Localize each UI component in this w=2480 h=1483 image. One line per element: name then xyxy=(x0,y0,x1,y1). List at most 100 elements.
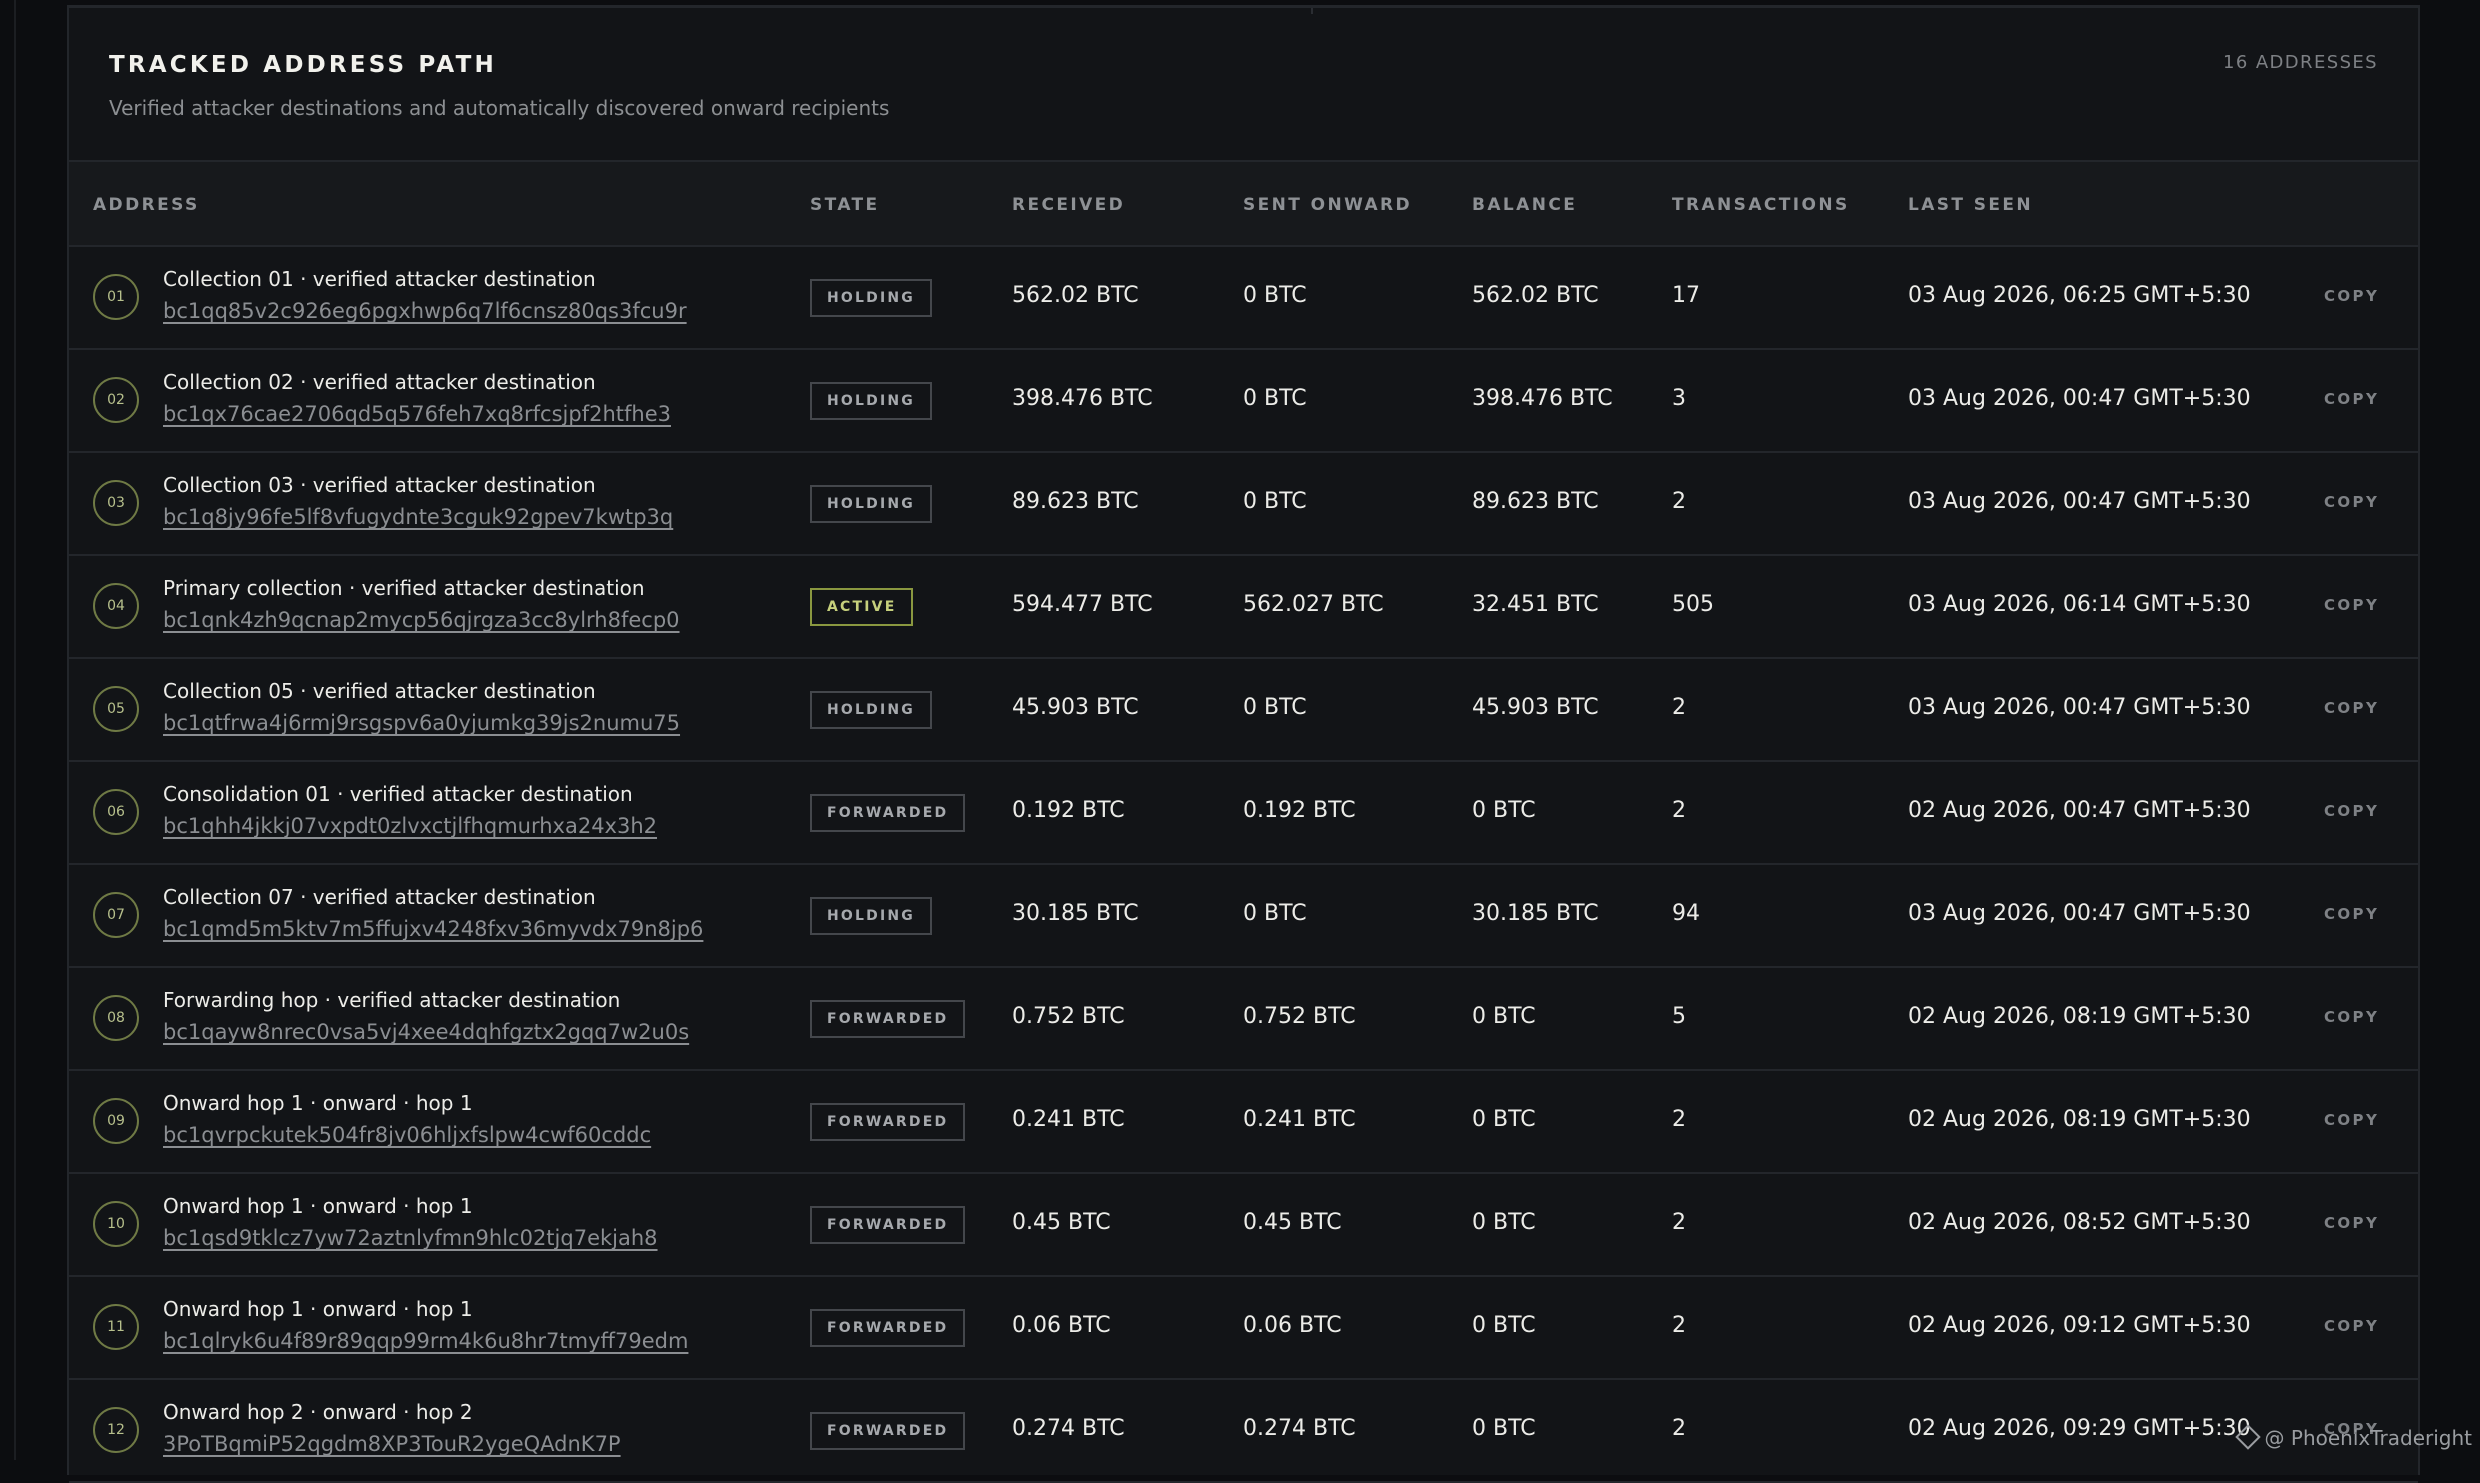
copy-button[interactable]: COPY xyxy=(2324,802,2379,820)
copy-button[interactable]: COPY xyxy=(2324,390,2379,408)
address-label: Onward hop 1 · onward · hop 1 xyxy=(163,1297,473,1321)
column-header-received[interactable]: RECEIVED xyxy=(1012,195,1125,215)
balance-amount: 0 BTC xyxy=(1472,1210,1536,1235)
left-border xyxy=(14,0,16,1460)
column-header-sent-onward[interactable]: SENT ONWARD xyxy=(1243,195,1412,215)
balance-amount: 398.476 BTC xyxy=(1472,386,1613,411)
state-badge: HOLDING xyxy=(810,485,932,523)
address-link[interactable]: bc1qlryk6u4f89r89qqp99rm4k6u8hr7tmyff79e… xyxy=(163,1329,688,1353)
transaction-count: 2 xyxy=(1672,1313,1686,1338)
received-amount: 562.02 BTC xyxy=(1012,283,1139,308)
copy-button[interactable]: COPY xyxy=(2324,905,2379,923)
table-row[interactable]: 05 Collection 05 · verified attacker des… xyxy=(69,659,2418,762)
state-badge: FORWARDED xyxy=(810,1206,966,1244)
address-link[interactable]: bc1qnk4zh9qcnap2mycp56qjrgza3cc8ylrh8fec… xyxy=(163,608,680,632)
balance-amount: 0 BTC xyxy=(1472,1107,1536,1132)
state-badge: HOLDING xyxy=(810,279,932,317)
address-table-body: 01 Collection 01 · verified attacker des… xyxy=(69,247,2418,1483)
copy-button[interactable]: COPY xyxy=(2324,493,2379,511)
watermark-text: @ PhoenixTraderight xyxy=(2264,1426,2472,1450)
address-link[interactable]: bc1qayw8nrec0vsa5vj4xee4dqhfgztx2gqq7w2u… xyxy=(163,1020,689,1044)
sent-onward-amount: 0 BTC xyxy=(1243,283,1307,308)
state-badge: FORWARDED xyxy=(810,794,966,832)
column-header-transactions[interactable]: TRANSACTIONS xyxy=(1672,195,1850,215)
address-label: Collection 02 · verified attacker destin… xyxy=(163,370,596,394)
table-row[interactable]: 07 Collection 07 · verified attacker des… xyxy=(69,865,2418,968)
sent-onward-amount: 0 BTC xyxy=(1243,489,1307,514)
transaction-count: 3 xyxy=(1672,386,1686,411)
sent-onward-amount: 0 BTC xyxy=(1243,695,1307,720)
transaction-count: 2 xyxy=(1672,489,1686,514)
watermark: @ PhoenixTraderight xyxy=(2234,1424,2472,1450)
address-count: 16 ADDRESSES xyxy=(2223,52,2378,73)
table-header: ADDRESS STATE RECEIVED SENT ONWARD BALAN… xyxy=(69,162,2418,247)
address-link[interactable]: bc1q8jy96fe5lf8vfugydnte3cguk92gpev7kwtp… xyxy=(163,505,673,529)
balance-amount: 0 BTC xyxy=(1472,798,1536,823)
table-row[interactable]: 04 Primary collection · verified attacke… xyxy=(69,556,2418,659)
address-link[interactable]: bc1qhh4jkkj07vxpdt0zlvxctjlfhqmurhxa24x3… xyxy=(163,814,657,838)
copy-button[interactable]: COPY xyxy=(2324,699,2379,717)
table-row[interactable]: 11 Onward hop 1 · onward · hop 1 bc1qlry… xyxy=(69,1277,2418,1380)
address-link[interactable]: bc1qq85v2c926eg6pgxhwp6q7lf6cnsz80qs3fcu… xyxy=(163,299,687,323)
address-link[interactable]: bc1qx76cae2706qd5q576feh7xq8rfcsjpf2htfh… xyxy=(163,402,671,426)
received-amount: 0.241 BTC xyxy=(1012,1107,1125,1132)
copy-button[interactable]: COPY xyxy=(2324,1317,2379,1335)
table-row[interactable]: 01 Collection 01 · verified attacker des… xyxy=(69,247,2418,350)
panel-title: TRACKED ADDRESS PATH xyxy=(109,52,497,78)
received-amount: 398.476 BTC xyxy=(1012,386,1153,411)
table-row[interactable]: 06 Consolidation 01 · verified attacker … xyxy=(69,762,2418,865)
state-badge: HOLDING xyxy=(810,382,932,420)
table-row[interactable]: 02 Collection 02 · verified attacker des… xyxy=(69,350,2418,453)
copy-button[interactable]: COPY xyxy=(2324,1214,2379,1232)
address-link[interactable]: bc1qtfrwa4j6rmj9rsgspv6a0yjumkg39js2numu… xyxy=(163,711,680,735)
address-label: Collection 05 · verified attacker destin… xyxy=(163,679,596,703)
state-badge: FORWARDED xyxy=(810,1309,966,1347)
column-header-last-seen[interactable]: LAST SEEN xyxy=(1908,195,2033,215)
received-amount: 0.192 BTC xyxy=(1012,798,1125,823)
last-seen-time: 02 Aug 2026, 08:52 GMT+5:30 xyxy=(1908,1210,2251,1235)
column-header-state[interactable]: STATE xyxy=(810,195,880,215)
state-badge: HOLDING xyxy=(810,897,932,935)
copy-button[interactable]: COPY xyxy=(2324,596,2379,614)
balance-amount: 89.623 BTC xyxy=(1472,489,1599,514)
table-row[interactable]: 09 Onward hop 1 · onward · hop 1 bc1qvrp… xyxy=(69,1071,2418,1174)
panel-header: TRACKED ADDRESS PATH Verified attacker d… xyxy=(69,8,2418,162)
sent-onward-amount: 0.241 BTC xyxy=(1243,1107,1356,1132)
row-index-badge: 03 xyxy=(93,480,139,526)
table-row[interactable]: 08 Forwarding hop · verified attacker de… xyxy=(69,968,2418,1071)
sent-onward-amount: 0.274 BTC xyxy=(1243,1416,1356,1441)
address-label: Collection 01 · verified attacker destin… xyxy=(163,267,596,291)
copy-button[interactable]: COPY xyxy=(2324,1111,2379,1129)
address-label: Forwarding hop · verified attacker desti… xyxy=(163,988,621,1012)
transaction-count: 2 xyxy=(1672,1210,1686,1235)
column-header-balance[interactable]: BALANCE xyxy=(1472,195,1577,215)
row-index-badge: 07 xyxy=(93,892,139,938)
balance-amount: 0 BTC xyxy=(1472,1313,1536,1338)
transaction-count: 2 xyxy=(1672,1107,1686,1132)
table-row[interactable]: 12 Onward hop 2 · onward · hop 2 3PoTBqm… xyxy=(69,1380,2418,1483)
row-index-badge: 06 xyxy=(93,789,139,835)
last-seen-time: 03 Aug 2026, 00:47 GMT+5:30 xyxy=(1908,695,2251,720)
copy-button[interactable]: COPY xyxy=(2324,287,2379,305)
row-index-badge: 12 xyxy=(93,1407,139,1453)
table-row[interactable]: 03 Collection 03 · verified attacker des… xyxy=(69,453,2418,556)
address-label: Collection 03 · verified attacker destin… xyxy=(163,473,596,497)
transaction-count: 505 xyxy=(1672,592,1714,617)
address-label: Onward hop 1 · onward · hop 1 xyxy=(163,1091,473,1115)
address-link[interactable]: bc1qsd9tklcz7yw72aztnlyfmn9hlc02tjq7ekja… xyxy=(163,1226,658,1250)
transaction-count: 5 xyxy=(1672,1004,1686,1029)
row-index-badge: 11 xyxy=(93,1304,139,1350)
state-badge: FORWARDED xyxy=(810,1000,966,1038)
address-link[interactable]: 3PoTBqmiP52qgdm8XP3TouR2ygeQAdnK7P xyxy=(163,1432,621,1456)
table-row[interactable]: 10 Onward hop 1 · onward · hop 1 bc1qsd9… xyxy=(69,1174,2418,1277)
copy-button[interactable]: COPY xyxy=(2324,1008,2379,1026)
sent-onward-amount: 0 BTC xyxy=(1243,386,1307,411)
row-index-badge: 04 xyxy=(93,583,139,629)
last-seen-time: 03 Aug 2026, 00:47 GMT+5:30 xyxy=(1908,386,2251,411)
app-frame: TRACKED ADDRESS PATH Verified attacker d… xyxy=(0,0,2480,1483)
address-link[interactable]: bc1qmd5m5ktv7m5ffujxv4248fxv36myvdx79n8j… xyxy=(163,917,703,941)
column-header-address[interactable]: ADDRESS xyxy=(93,195,200,215)
last-seen-time: 02 Aug 2026, 08:19 GMT+5:30 xyxy=(1908,1107,2251,1132)
address-link[interactable]: bc1qvrpckutek504fr8jv06hljxfslpw4cwf60cd… xyxy=(163,1123,651,1147)
row-index-badge: 10 xyxy=(93,1201,139,1247)
